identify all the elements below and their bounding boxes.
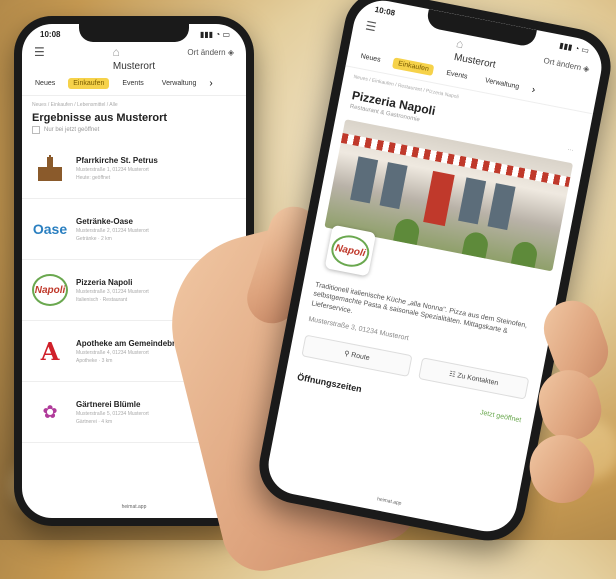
window — [350, 156, 379, 204]
item-meta: Getränke · 2 km — [76, 235, 112, 242]
window — [458, 177, 487, 225]
checkbox-label: Nur bei jetzt geöffnet — [44, 127, 100, 133]
location-pin-icon: ◈ — [227, 47, 234, 57]
menu-icon[interactable]: ☰ — [34, 45, 45, 59]
item-address: Musterstraße 1, 01234 Musterort — [76, 166, 149, 173]
item-meta: Gärtnerei · 4 km — [76, 418, 113, 425]
app-logo-icon: ⌂ — [112, 45, 120, 59]
list-item[interactable]: Pfarrkirche St. Petrus Musterstraße 1, 0… — [22, 138, 246, 199]
more-icon[interactable]: ⋯ — [567, 146, 574, 154]
chevron-right-icon[interactable]: › — [531, 84, 536, 95]
oase-logo: Oase — [32, 221, 68, 237]
item-name: Pfarrkirche St. Petrus — [76, 155, 158, 165]
status-time: 10:08 — [40, 30, 61, 39]
tab-bar: Neues Einkaufen Events Verwaltung › — [22, 72, 246, 96]
tab-einkaufen[interactable]: Einkaufen — [68, 78, 110, 89]
window — [379, 162, 408, 210]
tab-neues[interactable]: Neues — [30, 78, 60, 89]
notch — [79, 24, 189, 42]
route-button-label: Route — [350, 352, 371, 363]
open-now-filter[interactable]: Nur bei jetzt geöffnet — [22, 126, 246, 138]
location-button-label: Ort ändern — [187, 47, 226, 57]
napoli-logo-text: Napoli — [328, 231, 373, 270]
item-address: Musterstraße 3, 01234 Musterort — [76, 288, 149, 295]
plant — [461, 230, 490, 259]
signal-battery-icon: ▮▮▮ ◔ ▭ — [199, 30, 230, 39]
red-door — [423, 170, 455, 227]
item-name: Gärtnerei Blümle — [76, 399, 141, 409]
opening-hours-label: Öffnungszeiten — [296, 372, 363, 395]
footer-brand: heimat.app — [121, 504, 147, 510]
plant — [393, 216, 422, 246]
tab-events[interactable]: Events — [117, 78, 148, 89]
town-name: Musterort — [112, 61, 156, 72]
item-address: Musterstraße 5, 01234 Musterort — [76, 410, 149, 417]
flower-icon: ✿ — [42, 401, 58, 422]
location-button[interactable]: Ort ändern ◈ — [187, 48, 234, 57]
item-address: Musterstraße 2, 01234 Musterort — [76, 227, 149, 234]
window — [487, 183, 516, 231]
chevron-right-icon[interactable]: › — [209, 78, 212, 89]
tab-verwaltung[interactable]: Verwaltung — [479, 74, 525, 93]
tab-verwaltung[interactable]: Verwaltung — [157, 78, 202, 89]
menu-icon[interactable]: ☰ — [364, 18, 377, 34]
pin-icon: ⚲ — [343, 350, 350, 359]
app-header: ☰ ⌂ Ort ändern ◈ — [22, 39, 246, 59]
tab-neues[interactable]: Neues — [355, 50, 387, 67]
item-name: Pizzeria Napoli — [76, 277, 133, 287]
checkbox[interactable] — [32, 126, 40, 134]
napoli-logo: Napoli — [32, 274, 68, 306]
app-logo-icon: ⌂ — [455, 36, 465, 52]
plant — [510, 239, 540, 269]
napoli-logo: Napoli — [324, 224, 377, 277]
breadcrumb: Neues / Einkaufen / Lebensmittel / Alle — [32, 102, 118, 108]
location-pin-icon: ◈ — [582, 63, 591, 74]
tab-events[interactable]: Events — [440, 67, 473, 84]
item-name: Getränke-Oase — [76, 216, 133, 226]
contact-button-label: Zu Kontakten — [456, 372, 499, 388]
item-meta: Italienisch · Restaurant — [76, 296, 128, 303]
church-icon — [32, 153, 68, 183]
open-status: Jetzt geöffnet — [479, 409, 522, 425]
contact-card-icon: ☷ — [448, 371, 456, 380]
results-heading: Ergebnisse aus Musterort — [32, 112, 168, 124]
pharmacy-icon: A — [40, 336, 60, 366]
item-meta: Heute: geöffnet — [76, 174, 111, 181]
tab-einkaufen[interactable]: Einkaufen — [392, 57, 435, 77]
